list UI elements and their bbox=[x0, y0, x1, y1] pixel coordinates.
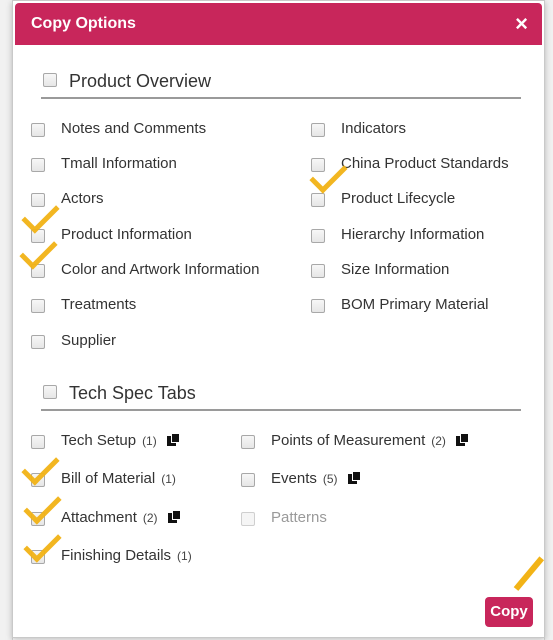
option-label: Finishing Details (1) bbox=[61, 547, 192, 564]
checkbox[interactable] bbox=[311, 229, 325, 243]
section-tech-spec-tabs: Tech Spec Tabs bbox=[41, 379, 521, 411]
copy-icon[interactable] bbox=[347, 471, 362, 484]
product-overview-select-all-checkbox[interactable] bbox=[43, 73, 57, 87]
option-label: Color and Artwork Information bbox=[61, 261, 260, 278]
copy-icon[interactable] bbox=[166, 433, 181, 446]
option-label: Patterns bbox=[271, 509, 327, 526]
option-label: Attachment (2) bbox=[61, 509, 182, 526]
option-label: Hierarchy Information bbox=[341, 226, 485, 243]
checkbox[interactable] bbox=[311, 193, 325, 207]
checkbox[interactable] bbox=[31, 299, 45, 313]
option-label: Actors bbox=[61, 190, 104, 207]
option-count: (1) bbox=[142, 434, 157, 448]
option-text: Tech Setup bbox=[61, 432, 137, 449]
option-count: (2) bbox=[142, 511, 158, 525]
option-label: Bill of Material (1) bbox=[61, 470, 176, 487]
checkmark-annotation-icon bbox=[23, 486, 62, 525]
option-label: Notes and Comments bbox=[61, 120, 207, 137]
option-count: (1) bbox=[177, 549, 192, 563]
option-label: Events (5) bbox=[271, 470, 362, 487]
section-title: Tech Spec Tabs bbox=[69, 383, 196, 403]
checkmark-annotation-icon bbox=[21, 195, 60, 234]
copy-options-dialog: Copy Options × Product Overview Notes an… bbox=[12, 0, 545, 638]
option-text: Events bbox=[271, 470, 317, 487]
option-label: Product Information bbox=[61, 226, 192, 243]
background-window-edge-right bbox=[544, 0, 553, 640]
dialog-title: Copy Options bbox=[31, 15, 136, 32]
checkbox bbox=[241, 512, 255, 526]
copy-icon[interactable] bbox=[455, 433, 470, 446]
checkmark-annotation-icon bbox=[21, 447, 60, 486]
checkbox[interactable] bbox=[31, 435, 45, 449]
option-label: Points of Measurement (2) bbox=[271, 432, 470, 449]
checkbox[interactable] bbox=[241, 473, 255, 487]
option-label: Supplier bbox=[61, 332, 117, 349]
option-text: Attachment bbox=[61, 509, 137, 526]
close-icon[interactable]: × bbox=[515, 11, 528, 37]
checkbox[interactable] bbox=[311, 123, 325, 137]
checkmark-annotation-icon bbox=[19, 231, 58, 270]
checkbox[interactable] bbox=[241, 435, 255, 449]
option-count: (1) bbox=[161, 472, 176, 486]
option-count: (2) bbox=[431, 434, 446, 448]
option-count: (5) bbox=[322, 472, 338, 486]
checkbox[interactable] bbox=[31, 335, 45, 349]
checkbox[interactable] bbox=[31, 158, 45, 172]
option-label: Size Information bbox=[341, 261, 450, 278]
tech-spec-select-all-checkbox[interactable] bbox=[43, 385, 57, 399]
section-product-overview: Product Overview bbox=[41, 67, 521, 99]
option-label: Tmall Information bbox=[61, 155, 177, 172]
option-label: Product Lifecycle bbox=[341, 190, 456, 207]
section-title: Product Overview bbox=[69, 71, 212, 91]
option-label: Treatments bbox=[61, 296, 137, 313]
checkbox[interactable] bbox=[311, 264, 325, 278]
copy-icon[interactable] bbox=[167, 510, 182, 523]
checkbox[interactable] bbox=[31, 123, 45, 137]
copy-button[interactable]: Copy bbox=[485, 597, 533, 627]
option-text: Bill of Material bbox=[61, 470, 156, 487]
checkmark-annotation-icon bbox=[23, 524, 62, 563]
option-label: Indicators bbox=[341, 120, 407, 137]
dialog-titlebar: Copy Options × bbox=[15, 3, 542, 45]
option-label: Tech Setup (1) bbox=[61, 432, 181, 449]
option-text: Points of Measurement bbox=[271, 432, 426, 449]
option-text: Finishing Details bbox=[61, 547, 172, 564]
option-label: BOM Primary Material bbox=[341, 296, 489, 313]
checkbox[interactable] bbox=[311, 299, 325, 313]
option-label: China Product Standards bbox=[341, 155, 509, 172]
